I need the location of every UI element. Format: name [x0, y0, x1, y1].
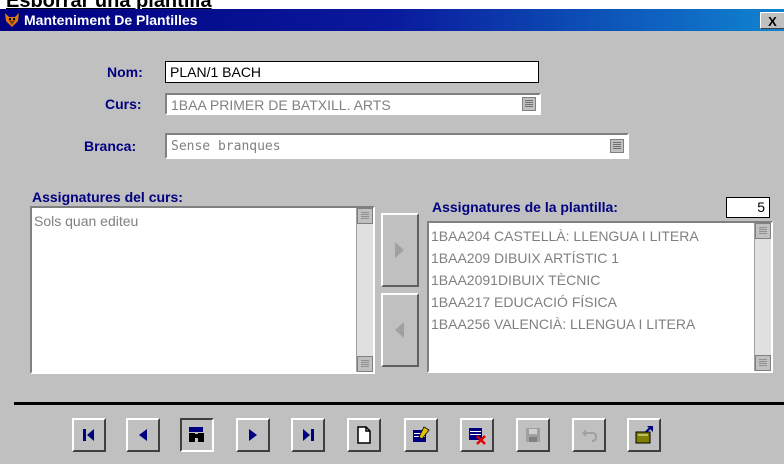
undo-button[interactable] [572, 418, 606, 452]
nom-field[interactable]: PLAN/1 BACH [165, 61, 539, 83]
template-subjects-list[interactable]: 1BAA204 CASTELLÀ: LLENGUA I LITERA 1BAA2… [427, 221, 773, 373]
scroll-down-button[interactable] [755, 355, 771, 371]
curs-value: 1BAA PRIMER DE BATXILL. ARTS [171, 97, 391, 113]
scroll-up-button[interactable] [755, 223, 771, 239]
list-item[interactable]: 1BAA209 DIBUIX ARTÍSTIC 1 [431, 247, 619, 269]
list-item[interactable]: Sols quan editeu [34, 210, 138, 232]
course-subjects-label: Assignatures del curs: [32, 189, 183, 205]
previous-record-icon [139, 429, 147, 441]
list-item[interactable]: 1BAA256 VALENCIÀ: LLENGUA I LITERA [431, 313, 695, 335]
next-record-button[interactable] [236, 418, 270, 452]
branca-dropdown-button[interactable] [610, 139, 624, 153]
branca-select[interactable]: Sense branques [165, 133, 629, 159]
undo-icon [582, 429, 598, 442]
scroll-down-button[interactable] [357, 356, 373, 372]
curs-dropdown-button[interactable] [522, 97, 536, 111]
add-subject-button[interactable] [381, 213, 419, 287]
template-subjects-label: Assignatures de la plantilla: [432, 199, 618, 215]
list-item[interactable]: 1BAA204 CASTELLÀ: LLENGUA I LITERA [431, 225, 699, 247]
course-subjects-list[interactable]: Sols quan editeu [30, 206, 375, 374]
last-record-button[interactable] [291, 418, 325, 452]
curs-label: Curs: [105, 96, 142, 112]
delete-record-button[interactable] [460, 418, 494, 452]
first-record-icon [83, 429, 94, 441]
template-subjects-count: 5 [726, 197, 770, 218]
template-subjects-scrollbar[interactable] [754, 223, 771, 371]
find-record-button[interactable] [180, 418, 214, 452]
close-button[interactable]: X [760, 12, 784, 29]
save-record-button[interactable] [516, 418, 550, 452]
nom-label: Nom: [107, 64, 143, 80]
next-record-icon [249, 429, 257, 441]
new-document-icon [357, 426, 371, 444]
delete-icon [469, 428, 486, 445]
curs-select[interactable]: 1BAA PRIMER DE BATXILL. ARTS [165, 93, 541, 115]
plantilles-window: Manteniment De Plantilles X Nom: PLAN/1 … [0, 9, 784, 464]
branca-value: Sense branques [171, 139, 281, 154]
arrow-right-icon [395, 242, 404, 258]
last-record-icon [303, 429, 314, 441]
previous-record-button[interactable] [126, 418, 160, 452]
first-record-button[interactable] [72, 418, 106, 452]
edit-icon [413, 426, 430, 442]
title-bar[interactable]: Manteniment De Plantilles X [0, 9, 784, 31]
new-record-button[interactable] [347, 418, 381, 452]
list-item[interactable]: 1BAA217 EDUCACIÓ FÍSICA [431, 291, 617, 313]
floppy-disk-icon [526, 428, 540, 442]
fox-app-icon [5, 13, 19, 27]
exit-icon [635, 426, 653, 444]
binoculars-icon [189, 427, 204, 442]
exit-button[interactable] [627, 418, 661, 452]
branca-label: Branca: [84, 138, 137, 154]
scroll-up-button[interactable] [357, 208, 373, 224]
edit-record-button[interactable] [404, 418, 438, 452]
toolbar-separator [14, 402, 784, 405]
arrow-left-icon [395, 322, 404, 338]
list-item[interactable]: 1BAA2091DIBUIX TÈCNIC [431, 269, 600, 291]
course-subjects-scrollbar[interactable] [356, 208, 373, 372]
remove-subject-button[interactable] [381, 293, 419, 367]
window-title: Manteniment De Plantilles [24, 12, 198, 28]
